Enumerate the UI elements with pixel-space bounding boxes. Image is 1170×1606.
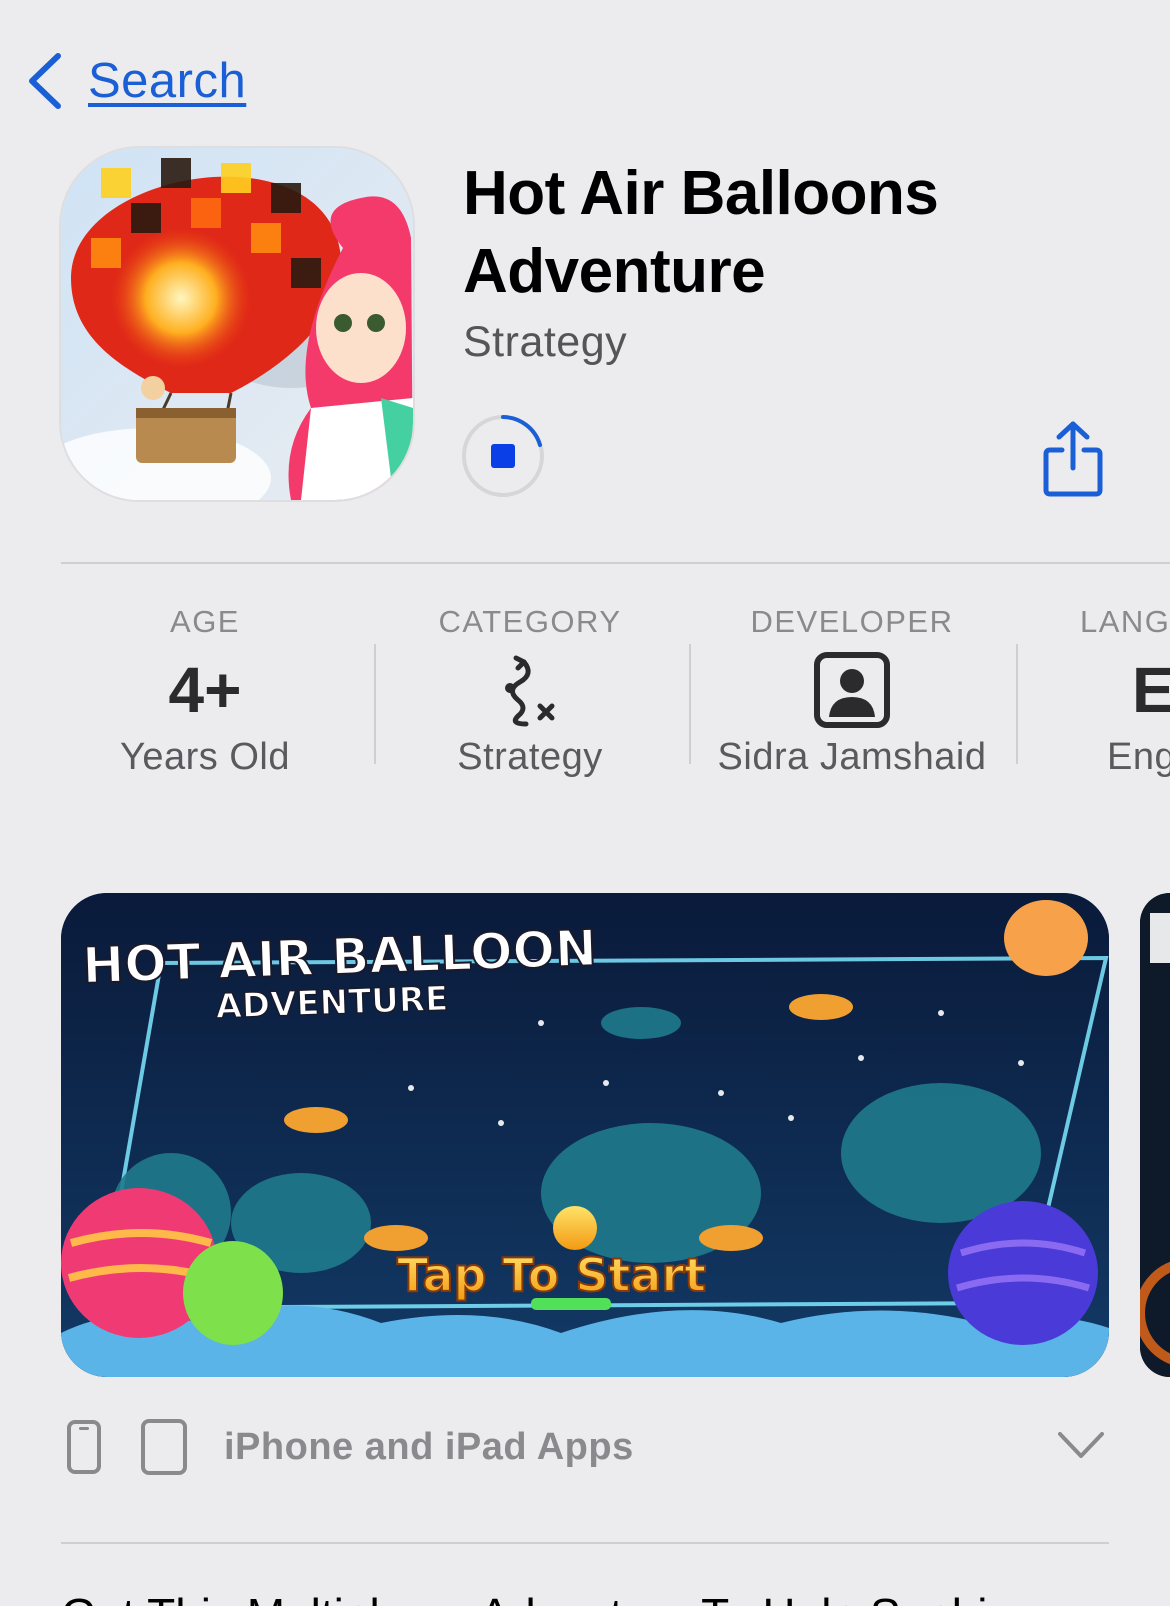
age-caption: AGE	[170, 604, 240, 639]
person-square-icon	[814, 652, 890, 728]
info-developer[interactable]: DEVELOPER Sidra Jamshaid	[692, 600, 1012, 810]
app-title-line-2: Adventure	[463, 237, 766, 306]
device-label: iPhone and iPad Apps	[224, 1425, 634, 1468]
info-category[interactable]: CATEGORY Strategy	[380, 600, 680, 810]
app-title: Hot Air Balloons Adventure	[463, 155, 1123, 311]
progress-ring-icon	[462, 415, 544, 497]
age-sub: Years Old	[120, 736, 290, 778]
screenshot-cta: Tap To Start	[397, 1248, 706, 1302]
info-language[interactable]: LANG E Eng	[1080, 600, 1170, 810]
app-title-line-1: Hot Air Balloons	[463, 159, 939, 228]
app-subtitle: Strategy	[463, 318, 628, 366]
share-icon	[1043, 421, 1103, 497]
developer-caption: DEVELOPER	[750, 604, 954, 639]
language-sub: Eng	[1107, 736, 1170, 778]
language-value: E	[1132, 654, 1170, 726]
iphone-icon	[67, 1420, 101, 1474]
chevron-down-icon[interactable]	[1056, 1430, 1106, 1465]
developer-sub: Sidra Jamshaid	[717, 736, 987, 778]
screenshot-preview-1[interactable]: HOT AIR BALLOON ADVENTURE Tap To Start	[61, 893, 1109, 1377]
language-caption: LANG	[1080, 604, 1170, 639]
app-icon	[61, 148, 413, 500]
back-label: Search	[88, 54, 247, 108]
devices-divider	[61, 1542, 1109, 1544]
category-caption: CATEGORY	[438, 604, 622, 639]
screenshot-title-line-2: ADVENTURE	[215, 979, 449, 1027]
info-separator	[374, 644, 376, 764]
chevron-left-icon	[24, 52, 64, 110]
screenshot-preview-2-peek[interactable]	[1140, 893, 1170, 1377]
device-compatibility-row[interactable]: iPhone and iPad Apps	[66, 1412, 1116, 1482]
share-button[interactable]	[1042, 420, 1104, 500]
ipad-icon	[141, 1419, 187, 1475]
description-preview: Get This Multiplayer Adventure To Help S…	[61, 1588, 1013, 1606]
back-to-search-button[interactable]: Search	[24, 52, 246, 110]
download-progress-stop-button[interactable]	[460, 413, 546, 499]
age-value: 4+	[168, 654, 242, 726]
app-store-page: Search Hot Air Balloons Adventure Strate…	[0, 0, 1170, 1606]
info-separator	[1016, 644, 1018, 764]
header-divider	[61, 562, 1170, 564]
info-separator	[689, 644, 691, 764]
info-age: AGE 4+ Years Old	[55, 600, 355, 810]
category-sub: Strategy	[457, 736, 603, 778]
strategy-path-icon	[505, 655, 555, 727]
